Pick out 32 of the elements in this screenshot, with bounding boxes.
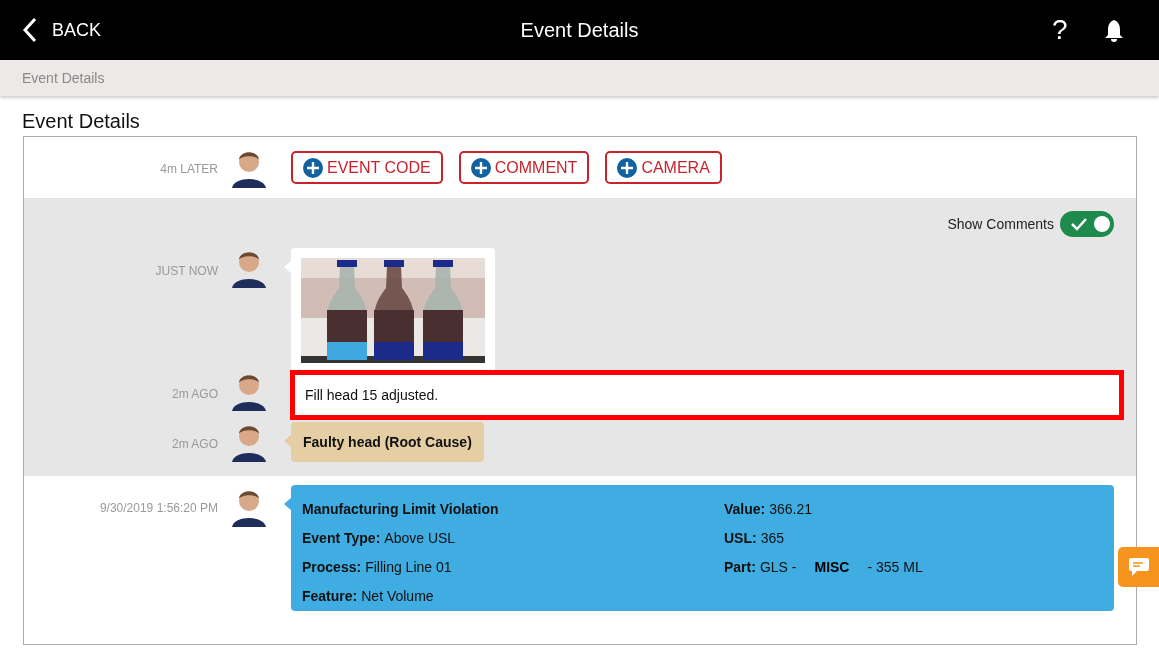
notification-bell-icon[interactable] — [1103, 19, 1125, 43]
back-icon — [22, 17, 38, 43]
plus-icon — [303, 157, 323, 178]
show-comments-toggle[interactable] — [1060, 211, 1114, 237]
comment-text: Fill head 15 adjusted. — [305, 385, 439, 405]
window-title: Event Details — [520, 18, 639, 43]
event-field: Part: GLS - MISC - 355 ML — [724, 553, 923, 582]
chat-bubble-icon — [1127, 557, 1150, 577]
timestamp: JUST NOW — [154, 263, 218, 280]
event-field: Feature: Net Volume — [302, 582, 724, 611]
add-button[interactable]: EVENT CODE — [291, 151, 443, 184]
bubble-tail — [284, 434, 292, 448]
event-field: Event Type: Above USL — [302, 524, 724, 553]
check-icon — [1070, 217, 1088, 231]
event-field: Value: 366.21 — [724, 495, 923, 524]
show-comments-label: Show Comments — [947, 214, 1054, 234]
timestamp: 4m LATER — [159, 160, 218, 178]
add-button[interactable]: CAMERA — [605, 151, 722, 184]
plus-icon — [617, 157, 638, 178]
timestamp: 9/30/2019 1:56:20 PM — [98, 500, 218, 517]
event-title: Manufacturing Limit Violation — [302, 500, 500, 519]
page-title: Event Details — [22, 109, 141, 134]
plus-icon — [470, 157, 491, 178]
help-button[interactable]: ? — [1052, 14, 1068, 46]
timestamp: 2m AGO — [171, 386, 218, 403]
breadcrumb-item[interactable]: Event Details — [22, 67, 105, 89]
back-button[interactable]: BACK — [22, 16, 102, 44]
feedback-button[interactable] — [1118, 547, 1159, 587]
event-field: USL: 365 — [724, 524, 923, 553]
add-button[interactable]: COMMENT — [458, 151, 590, 184]
event-field: Process: Filling Line 01 — [302, 553, 724, 582]
timestamp: 2m AGO — [171, 436, 218, 453]
